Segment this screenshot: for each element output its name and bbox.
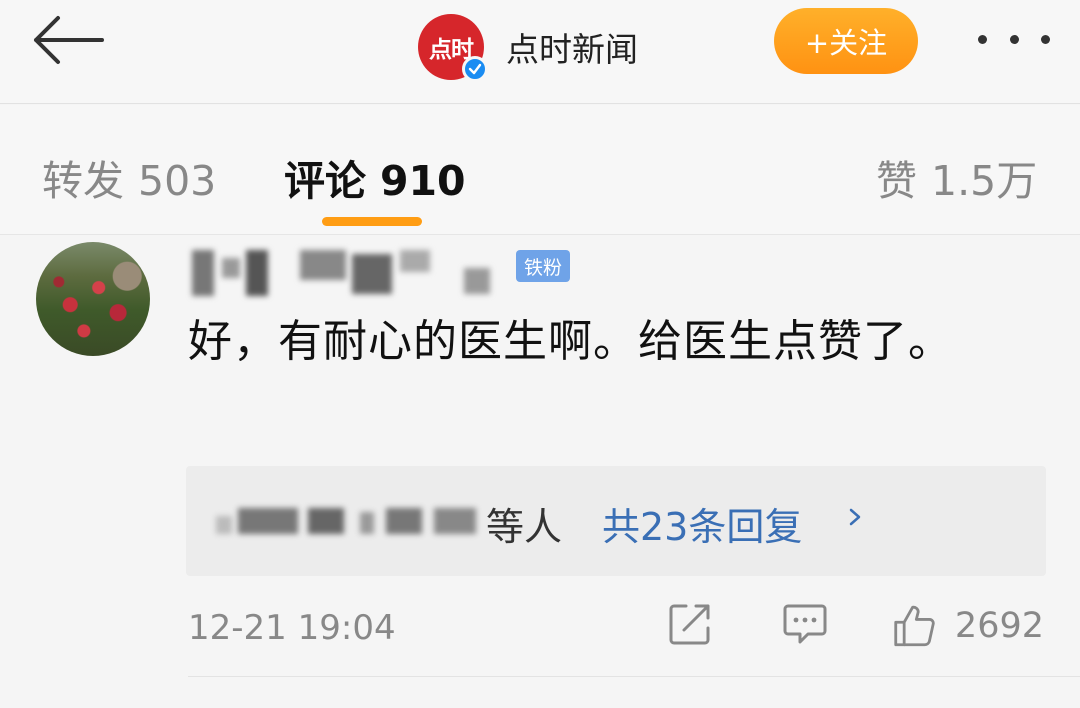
divider [188,676,1080,677]
comment-text: 好，有耐心的医生啊。给医生点赞了。 [188,316,953,367]
tab-count: 910 [380,157,466,205]
thumbs-up-icon [894,605,935,647]
tab-reposts[interactable]: 转发 503 [42,147,216,207]
reply-count-link[interactable]: 共23条回复 [602,496,802,551]
chevron-right-icon [849,508,861,526]
comment-item: 铁粉 好，有耐心的医生啊。给医生点赞了。 等人 共23条回复 12-21 19:… [0,236,1080,708]
more-dots-icon [978,34,987,44]
tab-label: 转发 [42,157,124,205]
back-button[interactable] [28,10,108,70]
account-name[interactable]: 点时新闻 [506,23,638,71]
follow-button[interactable]: +关注 [774,8,918,74]
top-bar: 点时 点时新闻 +关注 [0,0,1080,104]
fan-badge: 铁粉 [516,250,571,282]
share-icon [669,604,710,645]
comment-button[interactable] [782,602,828,646]
replies-preview[interactable]: 等人 共23条回复 [186,466,1046,576]
like-button[interactable]: 2692 [892,602,1044,650]
tab-comments[interactable]: 评论 910 [284,147,466,207]
tab-label: 评论 [284,157,366,205]
comment-timestamp: 12-21 19:04 [188,608,396,648]
username-blurred[interactable] [188,244,518,300]
verified-check-icon [462,56,488,82]
like-count: 2692 [954,606,1044,646]
avatar[interactable] [36,242,150,356]
reply-names-blurred [216,502,486,542]
tab-count: 1.5万 [931,157,1038,205]
active-tab-indicator [322,217,422,226]
back-arrow-icon [34,16,104,64]
tab-label: 赞 [876,157,917,205]
more-button[interactable] [978,24,1050,54]
tab-count: 503 [138,157,217,205]
comment-icon [783,604,827,644]
share-button[interactable] [668,602,712,646]
reply-people-suffix: 等人 [486,505,563,549]
account-header[interactable]: 点时 点时新闻 [418,12,638,82]
tab-likes[interactable]: 赞 1.5万 [876,147,1037,207]
tab-bar: 转发 503 评论 910 赞 1.5万 [0,105,1080,235]
brand-logo[interactable]: 点时 [418,14,488,82]
